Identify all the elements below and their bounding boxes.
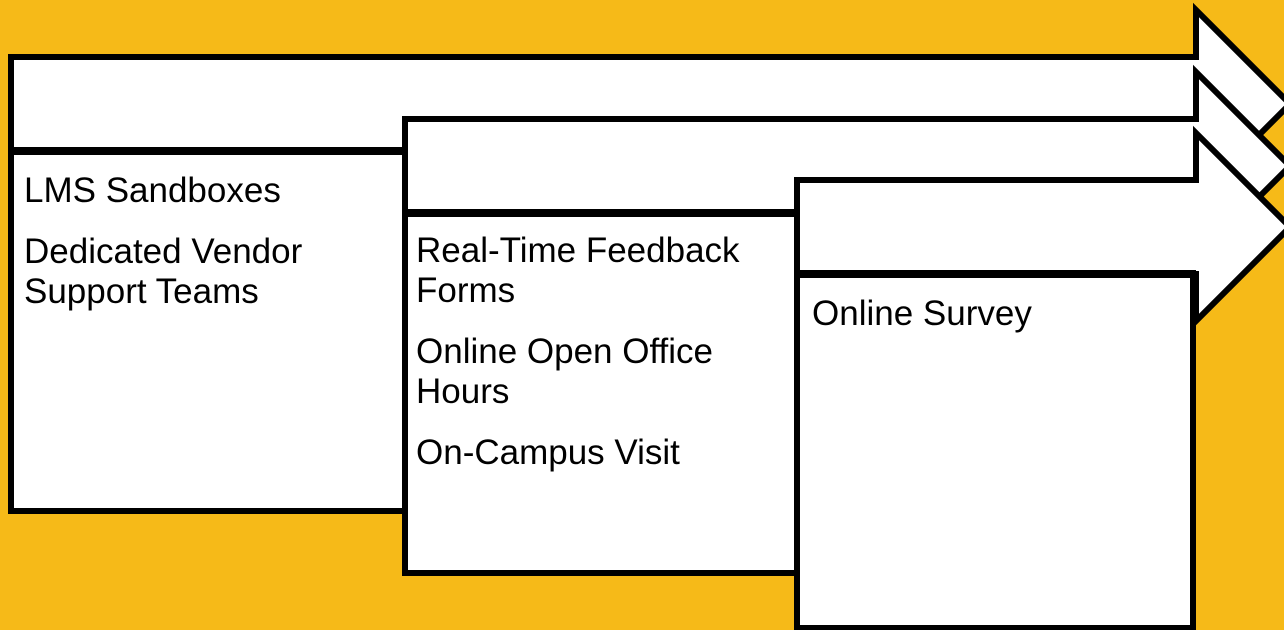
stage-2-item: Real-Time Feedback Forms bbox=[416, 231, 740, 310]
stage-2-item: On-Campus Visit bbox=[416, 433, 680, 472]
stage-3-items: Online Survey bbox=[812, 294, 1184, 355]
stage-3-item: Online Survey bbox=[812, 294, 1032, 333]
stage-1-item: LMS Sandboxes bbox=[24, 171, 281, 210]
stage-2-item: Online Open Office Hours bbox=[416, 332, 714, 411]
stage-1-items: LMS Sandboxes Dedicated Vendor Support T… bbox=[24, 171, 396, 333]
stage-2-items: Real-Time Feedback Forms Online Open Off… bbox=[416, 231, 788, 494]
stage-1-item: Dedicated Vendor Support Teams bbox=[24, 232, 303, 311]
